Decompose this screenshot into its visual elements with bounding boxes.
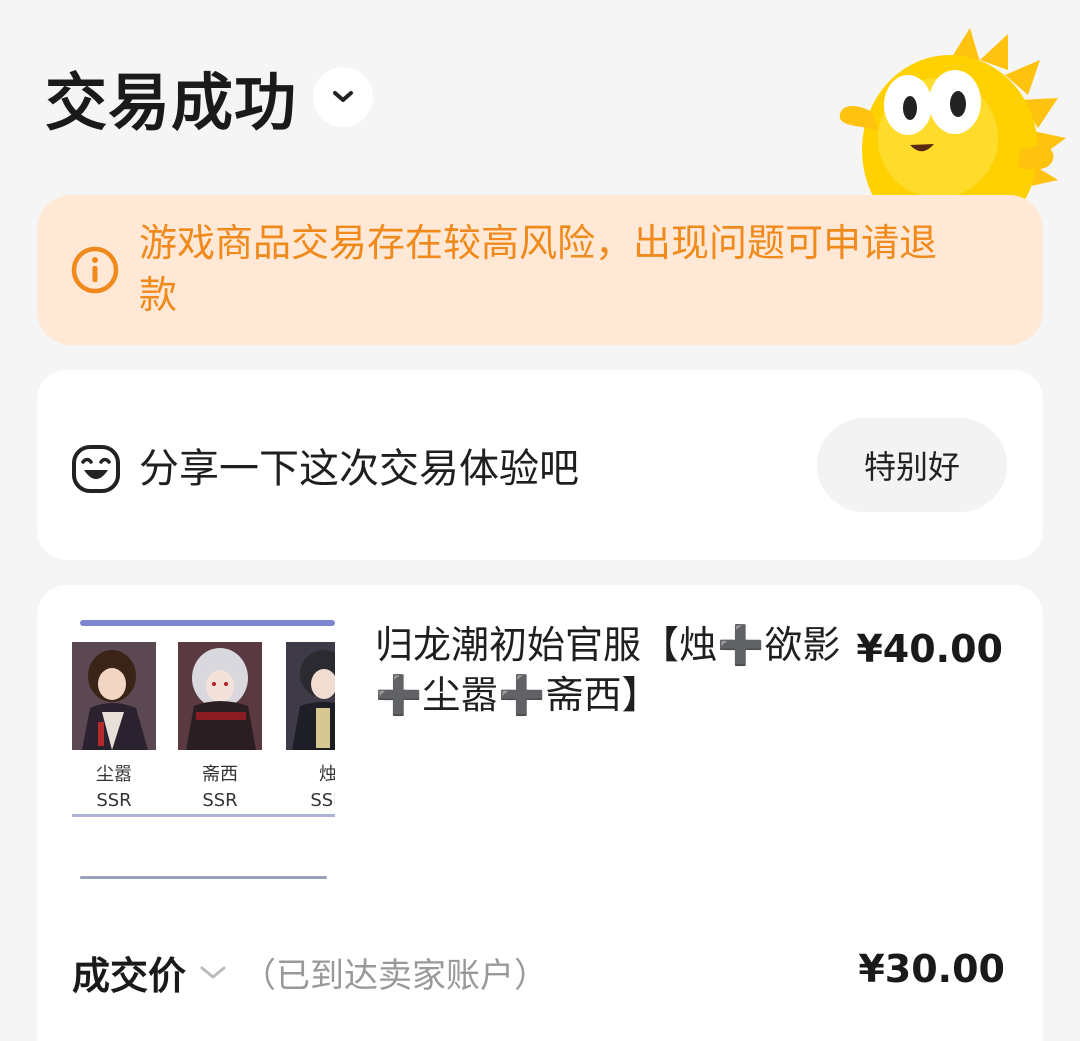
thumbnail-divider	[72, 814, 335, 817]
deal-price-row[interactable]: 成交价 （已到达卖家账户）	[72, 945, 548, 1000]
character-card: 烛 SSR	[286, 642, 335, 811]
product-thumbnail[interactable]: 尘嚣 SSR 斋西 SSR 烛 SS	[72, 620, 335, 880]
review-prompt: 分享一下这次交易体验吧	[139, 446, 579, 492]
chevron-down-icon	[200, 966, 226, 978]
risk-notice-text: 游戏商品交易存在较高风险，出现问题可申请退款	[139, 221, 938, 317]
character-portrait	[178, 642, 262, 750]
character-name: 斋西	[202, 764, 238, 785]
character-portrait	[286, 642, 335, 750]
character-rarity: SSR	[310, 790, 335, 811]
smile-face-icon	[72, 445, 120, 493]
product-title[interactable]: 归龙潮初始官服【烛➕欲影➕尘嚣➕斋西】	[375, 620, 845, 720]
chevron-down-icon	[333, 91, 354, 102]
character-rarity: SSR	[96, 790, 132, 811]
rate-great-button[interactable]: 特别好	[817, 418, 1007, 512]
character-rarity: SSR	[202, 790, 238, 811]
order-info-card: 尘嚣 SSR 斋西 SSR 烛 SS 归龙潮初始官服【烛➕欲影➕尘嚣➕斋西】 ¥…	[37, 585, 1043, 1041]
risk-notice-banner: 游戏商品交易存在较高风险，出现问题可申请退款	[37, 195, 1043, 345]
character-card: 斋西 SSR	[178, 642, 262, 811]
deal-price-value: ¥30.00	[858, 947, 1005, 991]
info-circle-icon	[71, 246, 119, 294]
mascot-illustration	[839, 28, 1066, 210]
deal-price-label: 成交价	[72, 954, 187, 998]
product-price: ¥40.00	[856, 627, 1003, 671]
thumbnail-top-bar	[80, 620, 335, 626]
status-dropdown-button[interactable]	[313, 67, 374, 127]
page-title: 交易成功	[45, 66, 298, 139]
experience-review-card: 分享一下这次交易体验吧 特别好	[37, 370, 1043, 560]
character-name: 烛	[319, 764, 335, 785]
character-card: 尘嚣 SSR	[72, 642, 156, 811]
page-header: 交易成功	[45, 52, 374, 142]
deal-price-note: （已到达卖家账户）	[242, 956, 549, 996]
order-detail-page: 交易成功 游戏商品交易存在较高风险，出现问题可申请退款 分享一下这次交易体验吧 …	[0, 0, 1080, 1041]
character-name: 尘嚣	[96, 764, 132, 785]
thumbnail-bottom-bar	[80, 876, 327, 879]
character-portrait	[72, 642, 156, 750]
